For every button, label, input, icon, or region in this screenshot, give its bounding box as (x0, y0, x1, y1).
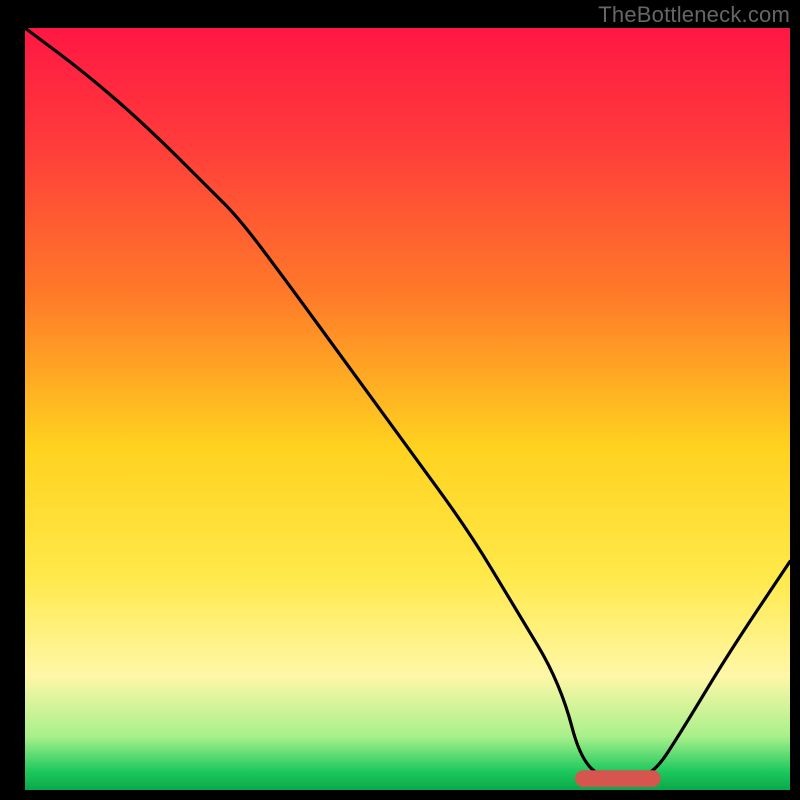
chart-container: TheBottleneck.com (0, 0, 800, 800)
bottleneck-chart (0, 0, 800, 800)
watermark-text: TheBottleneck.com (598, 2, 790, 28)
gradient-background (25, 28, 790, 790)
